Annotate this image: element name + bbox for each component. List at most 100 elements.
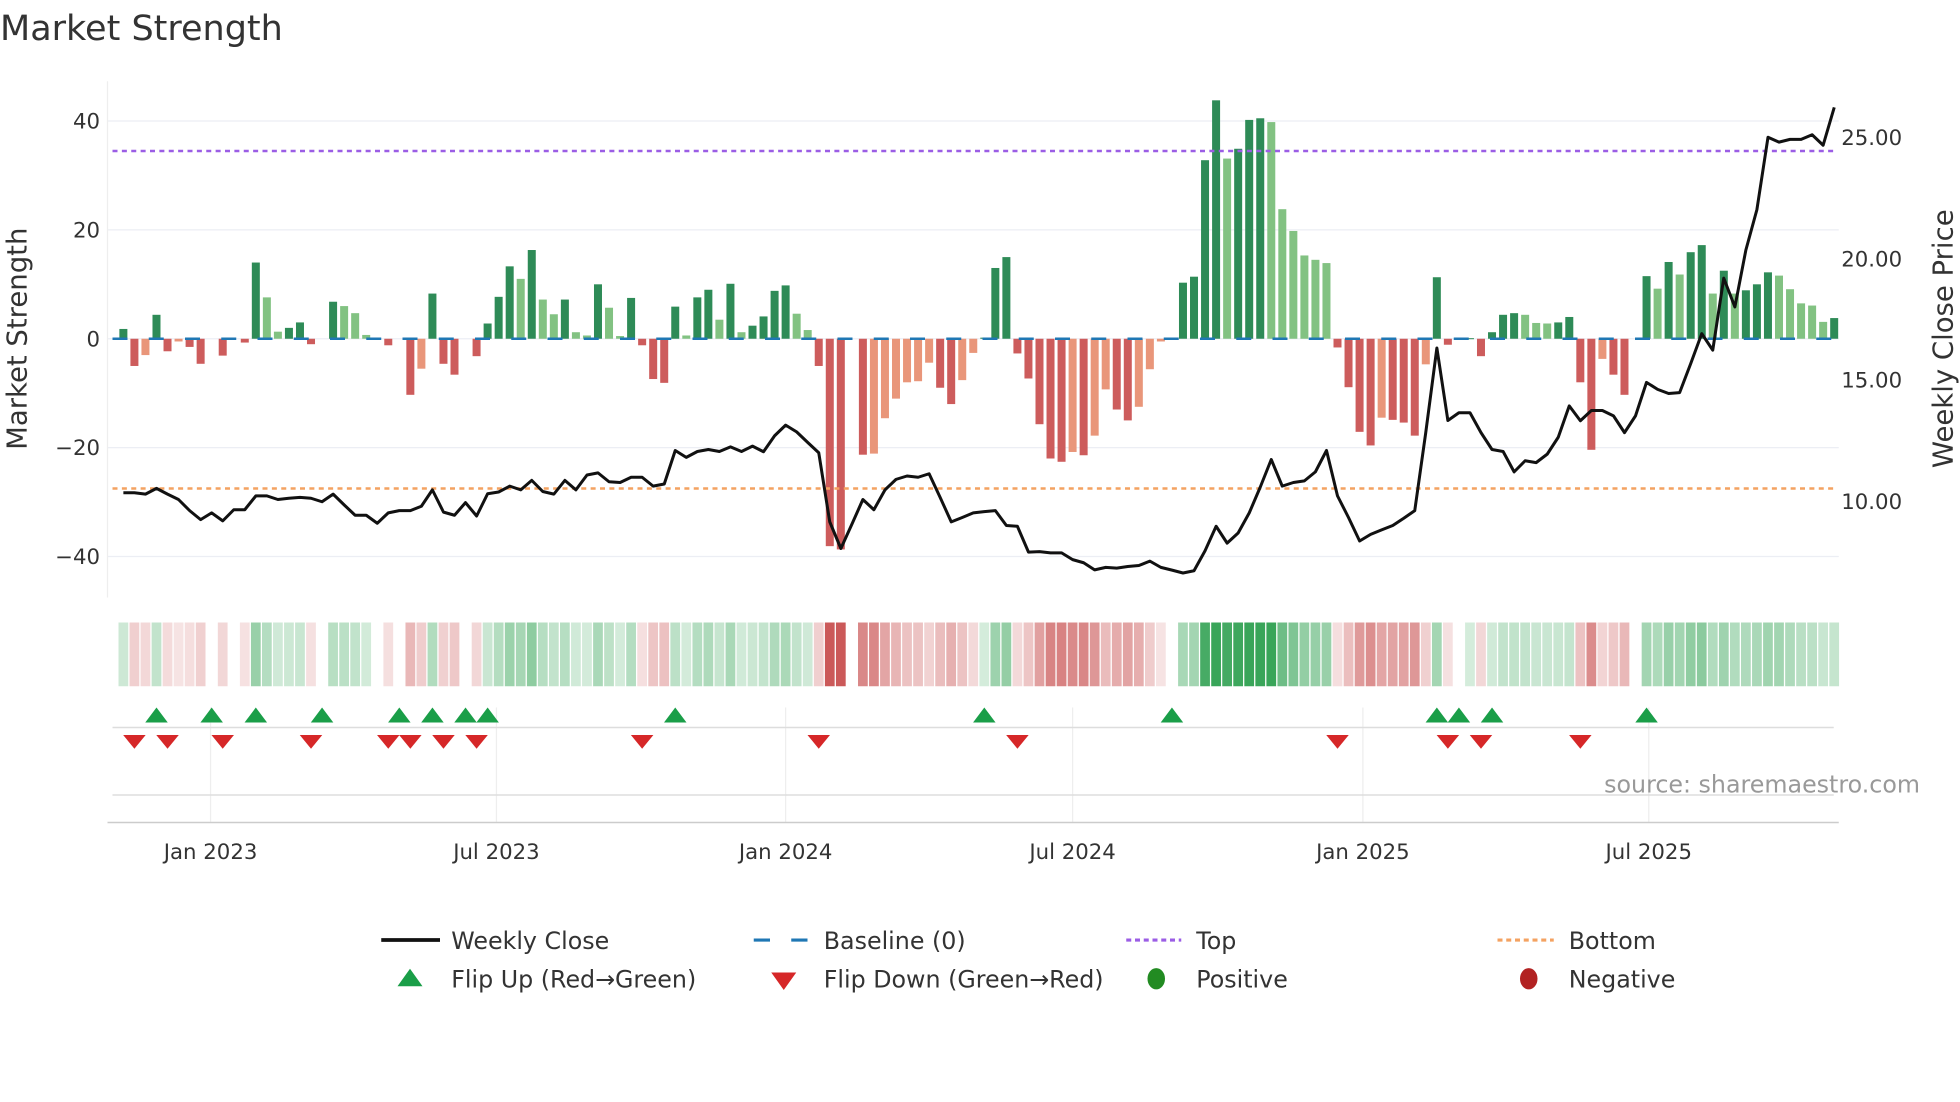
strength-bar [428, 293, 437, 339]
y2-tick-label: 20.00 [1841, 247, 1902, 272]
legend-item-top[interactable]: Top [1126, 927, 1236, 955]
strength-bar [1300, 255, 1309, 339]
flip-up-marker [1425, 707, 1449, 723]
right-axis-label: Weekly Close Price [1928, 209, 1960, 468]
heatmap-cell [1829, 622, 1840, 687]
flip-up-marker [1447, 707, 1471, 723]
heatmap-cell [802, 622, 813, 687]
strength-bar [295, 322, 304, 339]
heatmap-cell [173, 622, 184, 687]
heatmap-cell [1001, 622, 1012, 687]
strength-bar [1068, 338, 1077, 452]
strength-bar [1830, 318, 1839, 339]
heatmap-cell [1487, 622, 1497, 687]
heatmap-cell [1189, 622, 1199, 687]
heatmap-cell [891, 622, 901, 687]
flip-down-marker [465, 735, 488, 749]
heatmap-cell [1211, 622, 1221, 687]
strength-bar [516, 278, 525, 339]
flip-up-marker [973, 707, 996, 723]
heatmap-cell [1255, 622, 1266, 687]
strength-bar [715, 319, 724, 339]
heatmap-cell [1641, 622, 1652, 687]
heatmap-cell [968, 622, 979, 687]
strength-bar [152, 314, 161, 339]
legend-item-flip-up[interactable]: Flip Up (Red→Green) [397, 966, 697, 994]
legend-item-positive[interactable]: Positive [1147, 966, 1288, 994]
heatmap-cell [250, 622, 261, 687]
heatmap-cell [339, 622, 349, 687]
strength-bar [958, 338, 967, 381]
strength-bar [693, 297, 702, 339]
x-tick-label: Jul 2025 [1604, 840, 1692, 865]
chart-title: Market Strength [0, 9, 283, 49]
heatmap-cell [780, 622, 791, 687]
legend-item-flip-down[interactable]: Flip Down (Green→Red) [771, 966, 1104, 994]
heatmap-cell [1277, 622, 1288, 687]
strength-bar [1775, 275, 1783, 339]
heatmap-cell [1354, 622, 1365, 687]
flip-up-marker [200, 707, 223, 723]
strength-bar [284, 327, 293, 339]
legend-item-bottom[interactable]: Bottom [1497, 927, 1656, 955]
strength-bar [329, 301, 338, 339]
heatmap-cell [1718, 622, 1729, 687]
heatmap-cell [1012, 622, 1023, 687]
strength-bar [726, 283, 735, 339]
flip-up-marker [1480, 707, 1504, 723]
heatmap-cell [306, 622, 316, 687]
legend-label: Bottom [1569, 927, 1656, 955]
heatmap-cell [1034, 622, 1045, 687]
strength-bar [406, 338, 415, 395]
heatmap-cell [1343, 622, 1354, 687]
strength-bar [1134, 338, 1143, 407]
green-dot-icon [1147, 968, 1165, 990]
legend-label: Weekly Close [451, 927, 609, 955]
red-dot-icon [1520, 968, 1538, 990]
heatmap-cell [1111, 622, 1122, 687]
strength-bar [1620, 338, 1629, 395]
strength-bar [1024, 338, 1033, 379]
heatmap-cell [769, 622, 780, 687]
legend-label: Flip Up (Red→Green) [451, 966, 696, 994]
strength-bar [638, 338, 647, 346]
strength-bar [1521, 314, 1530, 339]
heatmap-cell [1156, 622, 1166, 687]
heatmap-cell [493, 622, 504, 687]
heatmap-cell [1597, 622, 1608, 687]
heatmap-cell [151, 622, 162, 687]
heatmap-cell [1122, 622, 1133, 687]
strength-bar [560, 299, 569, 339]
flip-down-marker [299, 735, 323, 749]
strength-bar [1267, 122, 1276, 339]
heatmap-cell [1387, 622, 1398, 687]
strength-bar [1476, 338, 1485, 357]
legend: Weekly Close Baseline (0) Top Bottom Fli… [381, 927, 1675, 994]
heatmap-cell [217, 622, 228, 687]
flip-down-marker [156, 735, 179, 749]
heatmap-cell [1310, 622, 1321, 687]
heatmap-cell [824, 622, 835, 687]
strength-bar [748, 325, 757, 339]
strength-bar [1201, 160, 1210, 339]
strength-bar [770, 290, 779, 339]
strength-bar [1664, 261, 1673, 339]
strength-bar [1797, 303, 1806, 339]
flip-up-marker [1635, 707, 1658, 723]
x-tick-label: Jul 2024 [1027, 840, 1115, 865]
heatmap-cell [383, 622, 394, 687]
strength-bar [450, 338, 459, 375]
heatmap-cell [858, 622, 868, 687]
heatmap-cell [1431, 622, 1442, 687]
heatmap-cell [1741, 622, 1751, 687]
flip-down-marker [123, 735, 146, 749]
strength-bar [1587, 338, 1596, 450]
legend-label: Negative [1569, 966, 1676, 994]
legend-item-weekly-close[interactable]: Weekly Close [381, 927, 609, 955]
strength-bar [340, 306, 349, 339]
legend-item-baseline[interactable]: Baseline (0) [753, 927, 966, 955]
strength-bar [903, 338, 912, 383]
legend-item-negative[interactable]: Negative [1520, 966, 1675, 994]
heatmap-cell [1244, 622, 1255, 687]
heatmap-cell [1509, 622, 1519, 687]
